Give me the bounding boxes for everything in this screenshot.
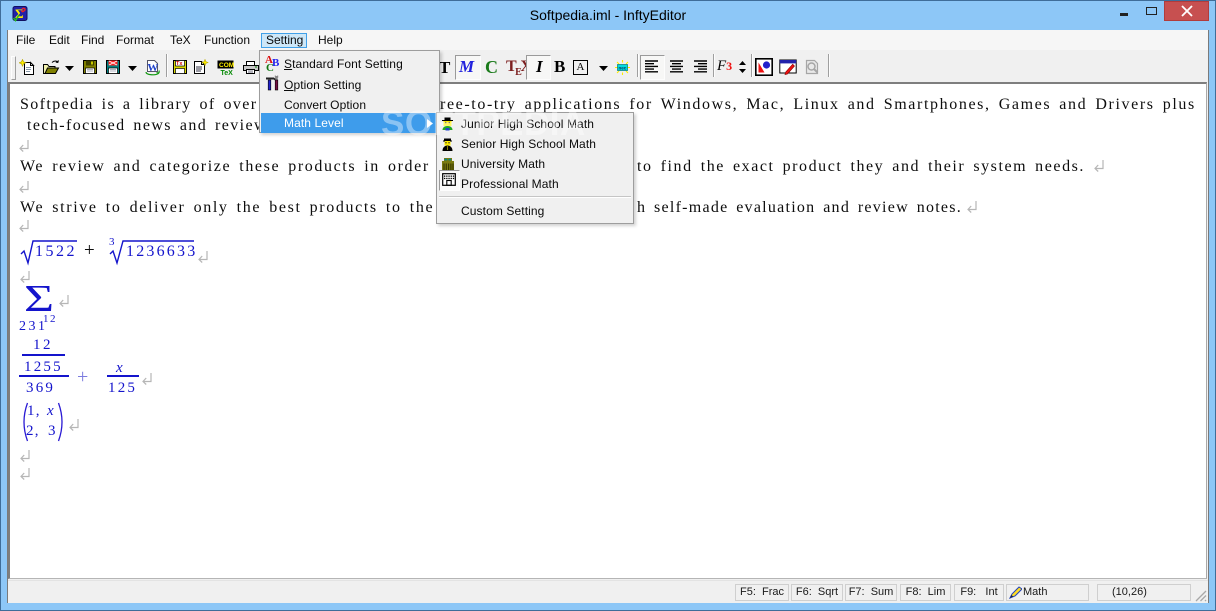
svg-text:TeX: TeX [221,70,234,76]
svg-text:C: C [266,62,274,71]
svg-text:nec: nec [619,65,627,70]
svg-text:COM: COM [219,62,234,69]
svg-text:Tx: Tx [176,61,183,67]
